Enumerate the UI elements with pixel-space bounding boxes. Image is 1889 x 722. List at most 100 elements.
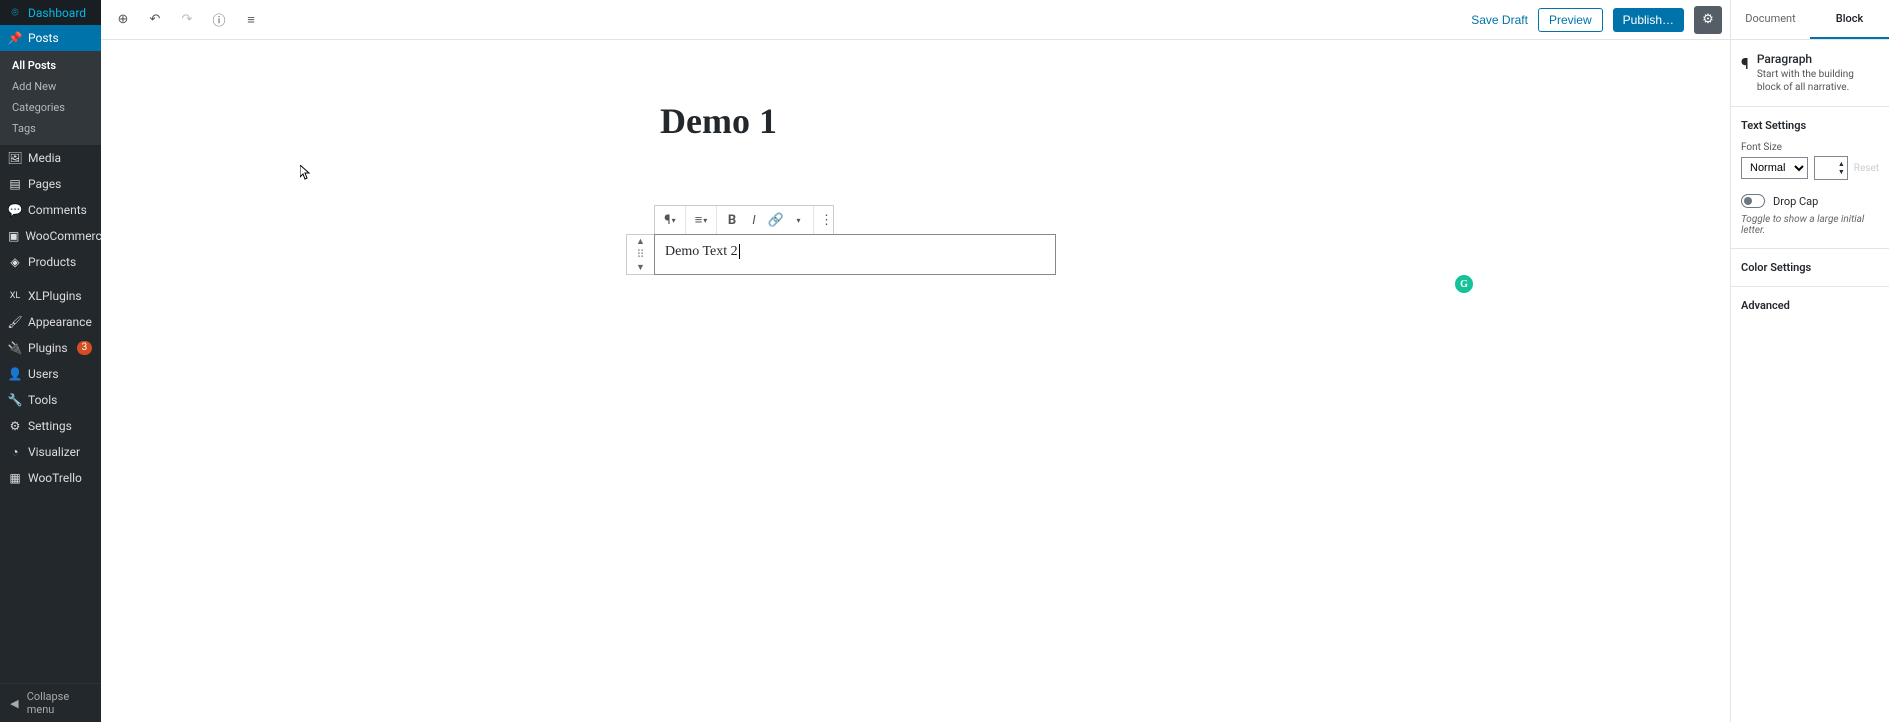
tab-document[interactable]: Document: [1731, 0, 1810, 39]
sidebar-item-settings[interactable]: ⚙ Settings: [0, 413, 101, 439]
plus-circle-icon: ⊕: [118, 12, 129, 27]
wrench-icon: 🔧: [8, 393, 22, 407]
sidebar-item-woocommerce[interactable]: ▣ WooCommerce: [0, 223, 101, 249]
editor-main: ⊕ ↶ ↷ ⓘ ≡ Save Draft Preview Publish… ⚙ …: [101, 0, 1730, 722]
collapse-menu[interactable]: ◀ Collapse menu: [0, 683, 101, 722]
more-options-button[interactable]: ⋮: [814, 213, 839, 228]
color-settings-panel[interactable]: Color Settings: [1731, 249, 1889, 287]
transform-block-button[interactable]: ¶: [659, 208, 681, 232]
sidebar-label: Dashboard: [28, 6, 86, 20]
sidebar-item-wootrello[interactable]: ▦ WooTrello: [0, 465, 101, 491]
sidebar-label: Posts: [28, 31, 59, 45]
sidebar-item-posts[interactable]: 📌 Posts: [0, 25, 101, 51]
drop-cap-label: Drop Cap: [1773, 195, 1818, 208]
redo-icon: ↷: [182, 12, 193, 27]
block-card: ¶ Paragraph Start with the building bloc…: [1731, 40, 1889, 107]
grammarly-icon[interactable]: G: [1455, 275, 1473, 293]
kebab-icon: ⋮: [820, 213, 833, 228]
sidebar-label: Media: [28, 151, 61, 165]
font-size-stepper[interactable]: ▲▼: [1814, 156, 1848, 180]
sidebar-item-xlplugins[interactable]: XL XLPlugins: [0, 283, 101, 309]
xl-icon: XL: [8, 291, 22, 301]
gear-icon: ⚙: [1702, 12, 1714, 27]
sidebar-label: Tools: [28, 393, 57, 407]
products-icon: ◈: [8, 255, 22, 269]
undo-icon: ↶: [150, 12, 161, 27]
sidebar-label: Appearance: [28, 315, 92, 329]
sidebar-label: Visualizer: [28, 445, 80, 459]
cursor-icon: [300, 165, 312, 185]
drop-cap-toggle[interactable]: [1741, 194, 1765, 208]
pages-icon: ▤: [8, 177, 22, 191]
tab-block[interactable]: Block: [1810, 0, 1889, 39]
chevron-up-icon: ▲: [1838, 160, 1845, 168]
content-info-button[interactable]: ⓘ: [205, 6, 233, 34]
media-icon: 🖼: [8, 151, 22, 165]
advanced-title: Advanced: [1741, 299, 1879, 312]
sidebar-sub-add-new[interactable]: Add New: [0, 76, 101, 97]
pilcrow-icon: ¶: [1741, 52, 1749, 94]
sidebar-item-users[interactable]: 👤 Users: [0, 361, 101, 387]
advanced-panel[interactable]: Advanced: [1731, 287, 1889, 324]
align-button[interactable]: ≡: [690, 208, 712, 232]
text-caret: [739, 244, 740, 259]
settings-toggle-button[interactable]: ⚙: [1694, 6, 1722, 34]
sidebar-item-appearance[interactable]: 🖌 Appearance: [0, 309, 101, 335]
sidebar-label: Pages: [28, 177, 61, 191]
users-icon: 👤: [8, 367, 22, 381]
block-type-name: Paragraph: [1757, 52, 1879, 66]
add-block-button[interactable]: ⊕: [109, 6, 137, 34]
block-type-desc: Start with the building block of all nar…: [1757, 68, 1879, 94]
pin-icon: 📌: [8, 31, 22, 45]
sliders-icon: ⚙: [8, 419, 22, 433]
post-title[interactable]: Demo 1: [660, 100, 777, 142]
sidebar-item-dashboard[interactable]: ⌾ Dashboard: [0, 0, 101, 25]
block-nav-button[interactable]: ≡: [237, 6, 265, 34]
redo-button[interactable]: ↷: [173, 6, 201, 34]
pilcrow-icon: ¶: [664, 213, 670, 228]
move-down-button[interactable]: ▼: [636, 261, 645, 274]
woocommerce-icon: ▣: [8, 229, 19, 243]
sidebar-item-pages[interactable]: ▤ Pages: [0, 171, 101, 197]
sidebar-item-visualizer[interactable]: ◔ Visualizer: [0, 439, 101, 465]
text-settings-title: Text Settings: [1741, 119, 1879, 132]
sidebar-label: Products: [28, 255, 76, 269]
sidebar-label: WooCommerce: [25, 229, 108, 243]
inspector-sidebar: Document Block ¶ Paragraph Start with th…: [1730, 0, 1889, 722]
comments-icon: 💬: [8, 203, 22, 217]
drop-cap-hint: Toggle to show a large initial letter.: [1741, 214, 1879, 236]
sidebar-label: Plugins: [28, 341, 68, 355]
preview-button[interactable]: Preview: [1538, 8, 1603, 32]
more-rich-button[interactable]: [787, 208, 809, 232]
font-size-select[interactable]: Normal: [1741, 157, 1808, 179]
link-button[interactable]: 🔗: [765, 208, 787, 232]
sidebar-item-tools[interactable]: 🔧 Tools: [0, 387, 101, 413]
sidebar-label: Users: [28, 367, 59, 381]
undo-button[interactable]: ↶: [141, 6, 169, 34]
save-draft-button[interactable]: Save Draft: [1471, 13, 1528, 27]
bold-button[interactable]: B: [721, 208, 743, 232]
paragraph-input[interactable]: Demo Text 2 G: [654, 234, 1056, 275]
text-settings-panel: Text Settings Font Size Normal ▲▼ Reset …: [1731, 107, 1889, 249]
align-left-icon: ≡: [695, 212, 703, 228]
block-mover: ▲ ⠿ ▼: [626, 234, 654, 275]
sidebar-sub-tags[interactable]: Tags: [0, 118, 101, 139]
sidebar-item-products[interactable]: ◈ Products: [0, 249, 101, 275]
sidebar-label: Settings: [28, 419, 72, 433]
italic-button[interactable]: I: [743, 208, 765, 232]
publish-button[interactable]: Publish…: [1613, 8, 1684, 32]
sidebar-item-plugins[interactable]: 🔌 Plugins 3: [0, 335, 101, 361]
plugins-badge: 3: [77, 341, 93, 355]
sidebar-item-media[interactable]: 🖼 Media: [0, 145, 101, 171]
move-up-button[interactable]: ▲: [636, 235, 645, 248]
sidebar-sub-categories[interactable]: Categories: [0, 97, 101, 118]
sidebar-item-comments[interactable]: 💬 Comments: [0, 197, 101, 223]
bold-icon: B: [728, 213, 736, 228]
paragraph-text: Demo Text 2: [665, 244, 738, 259]
font-size-reset[interactable]: Reset: [1854, 163, 1879, 174]
sidebar-sub-all-posts[interactable]: All Posts: [0, 55, 101, 76]
outline-icon: ≡: [247, 12, 255, 28]
drag-handle[interactable]: ⠿: [636, 248, 644, 261]
color-settings-title: Color Settings: [1741, 261, 1879, 274]
editor-canvas[interactable]: Demo 1 ¶ ≡ B I 🔗: [101, 40, 1730, 722]
